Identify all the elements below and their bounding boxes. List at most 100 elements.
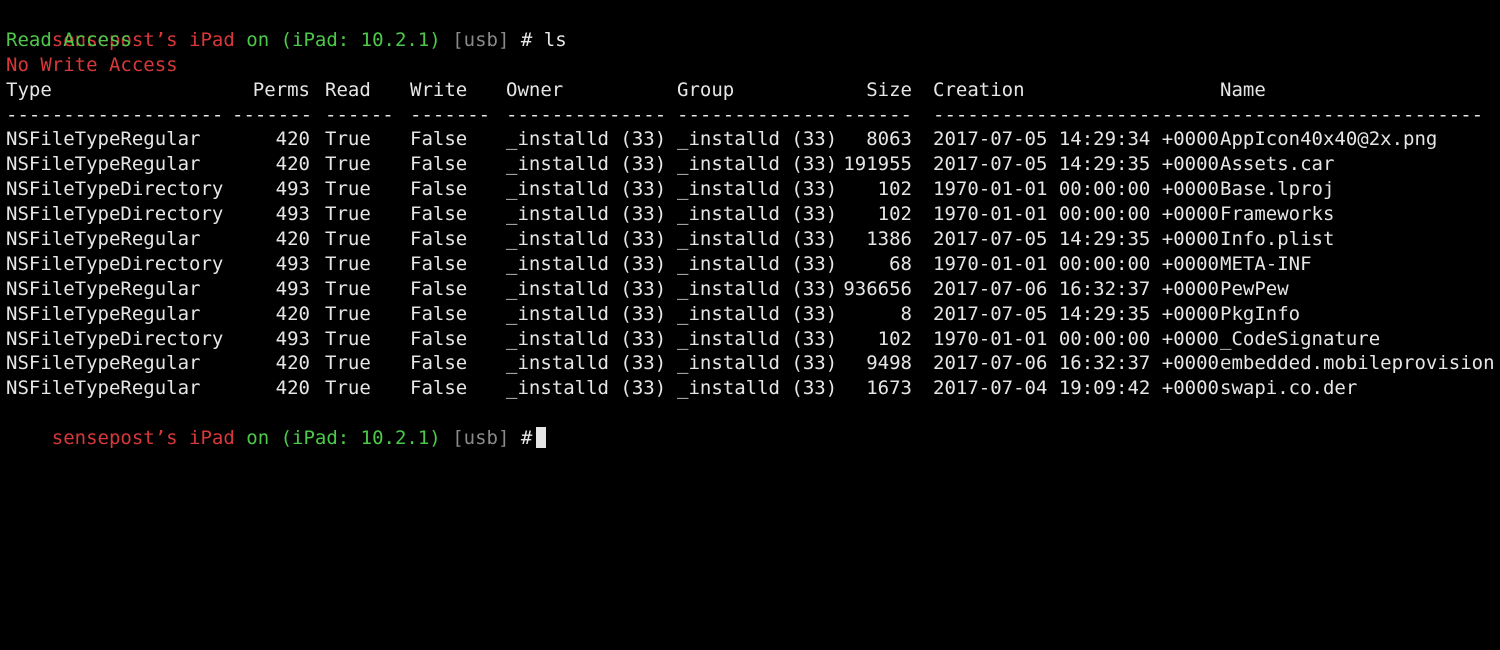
separator-name: ----------------------- [1220, 103, 1484, 126]
cell-type: NSFileTypeDirectory [6, 252, 224, 275]
cell-owner: _installd (33) [506, 252, 667, 275]
cell-perms: 420 [275, 302, 310, 325]
table-header: Type Perms Read Write Owner Group Size C… [6, 78, 1500, 103]
cell-size: 8 [900, 302, 912, 325]
header-size: Size [866, 78, 912, 101]
table-row: NSFileTypeDirectory 493 True False _inst… [6, 252, 1500, 277]
prompt-line-current[interactable]: sensepost’s iPad on (iPad: 10.2.1) [usb]… [6, 401, 1500, 449]
cell-owner: _installd (33) [506, 302, 667, 325]
cell-read: True [325, 277, 371, 300]
cell-read: True [325, 228, 371, 251]
table-row: NSFileTypeDirectory 493 True False _inst… [6, 202, 1500, 227]
cell-name: Frameworks [1220, 203, 1335, 226]
cell-type: NSFileTypeRegular [6, 352, 201, 375]
cell-perms: 420 [275, 153, 310, 176]
separator-owner: -------------- [506, 103, 667, 126]
cell-creation: 1970-01-01 00:00:00 +0000 [933, 252, 1219, 275]
cell-read: True [325, 327, 371, 350]
header-owner: Owner [506, 78, 564, 101]
text-cursor[interactable] [536, 427, 547, 449]
cell-owner: _installd (33) [506, 277, 667, 300]
cell-creation: 2017-07-05 14:29:35 +0000 [933, 302, 1219, 325]
header-creation: Creation [933, 78, 1025, 101]
cell-perms: 493 [275, 178, 310, 201]
cell-creation: 2017-07-05 14:29:34 +0000 [933, 128, 1219, 151]
cell-type: NSFileTypeRegular [6, 302, 201, 325]
cell-name: embedded.mobileprovision [1220, 352, 1495, 375]
cell-creation: 1970-01-01 00:00:00 +0000 [933, 203, 1219, 226]
cell-creation: 2017-07-05 14:29:35 +0000 [933, 153, 1219, 176]
cell-write: False [410, 128, 468, 151]
table-row: NSFileTypeRegular 420 True False _instal… [6, 302, 1500, 327]
cell-perms: 493 [275, 277, 310, 300]
table-row: NSFileTypeDirectory 493 True False _inst… [6, 327, 1500, 352]
cell-owner: _installd (33) [506, 203, 667, 226]
cell-type: NSFileTypeDirectory [6, 203, 224, 226]
table-row: NSFileTypeRegular 420 True False _instal… [6, 227, 1500, 252]
cell-read: True [325, 178, 371, 201]
cell-size: 936656 [843, 277, 912, 300]
separator-size: ------ [843, 103, 912, 126]
cell-name: Info.plist [1220, 228, 1335, 251]
cell-read: True [325, 252, 371, 275]
separator-perms: ------- [232, 103, 313, 126]
table-row: NSFileTypeRegular 420 True False _instal… [6, 127, 1500, 152]
cell-size: 102 [877, 327, 912, 350]
cell-size: 8063 [866, 128, 912, 151]
cell-write: False [410, 377, 468, 400]
cell-creation: 2017-07-05 14:29:35 +0000 [933, 228, 1219, 251]
separator-type: ------------------- [6, 103, 224, 126]
cell-owner: _installd (33) [506, 128, 667, 151]
cell-size: 102 [877, 203, 912, 226]
table-row: NSFileTypeRegular 420 True False _instal… [6, 351, 1500, 376]
prompt-transport: [usb] [452, 427, 510, 450]
cell-owner: _installd (33) [506, 352, 667, 375]
cell-owner: _installd (33) [506, 228, 667, 251]
cell-size: 1386 [866, 228, 912, 251]
cell-type: NSFileTypeRegular [6, 377, 201, 400]
cell-write: False [410, 203, 468, 226]
cell-name: Base.lproj [1220, 178, 1335, 201]
cell-creation: 2017-07-04 19:09:42 +0000 [933, 377, 1219, 400]
terminal-window[interactable]: sensepost’s iPad on (iPad: 10.2.1) [usb]… [0, 0, 1500, 449]
write-access-line: No Write Access [6, 53, 178, 76]
cell-write: False [410, 352, 468, 375]
prompt-line: sensepost’s iPad on (iPad: 10.2.1) [usb]… [6, 3, 1500, 51]
cell-size: 191955 [843, 153, 912, 176]
cell-write: False [410, 302, 468, 325]
cell-perms: 420 [275, 228, 310, 251]
header-group: Group [677, 78, 735, 101]
cell-read: True [325, 203, 371, 226]
cell-name: swapi.co.der [1220, 377, 1358, 400]
cell-owner: _installd (33) [506, 153, 667, 176]
table-row: NSFileTypeRegular 493 True False _instal… [6, 277, 1500, 302]
separator-read: ------ [325, 103, 394, 126]
prompt-hash: # [520, 427, 533, 450]
prompt-device: (iPad: 10.2.1) [280, 427, 441, 450]
header-write: Write [410, 78, 468, 101]
cell-size: 9498 [866, 352, 912, 375]
cell-write: False [410, 327, 468, 350]
cell-write: False [410, 228, 468, 251]
cell-write: False [410, 178, 468, 201]
cell-write: False [410, 277, 468, 300]
cell-creation: 1970-01-01 00:00:00 +0000 [933, 178, 1219, 201]
cell-creation: 1970-01-01 00:00:00 +0000 [933, 327, 1219, 350]
header-perms: Perms [252, 78, 310, 101]
cell-perms: 420 [275, 352, 310, 375]
cell-owner: _installd (33) [506, 327, 667, 350]
cell-name: Assets.car [1220, 153, 1335, 176]
header-read: Read [325, 78, 371, 101]
cell-perms: 493 [275, 252, 310, 275]
cell-owner: _installd (33) [506, 377, 667, 400]
cell-owner: _installd (33) [506, 178, 667, 201]
cell-type: NSFileTypeRegular [6, 277, 201, 300]
cell-perms: 420 [275, 377, 310, 400]
table-row: NSFileTypeRegular 420 True False _instal… [6, 376, 1500, 401]
read-access-line: Read Access [6, 28, 132, 51]
table-row: NSFileTypeDirectory 493 True False _inst… [6, 177, 1500, 202]
separator-write: ------- [410, 103, 491, 126]
cell-type: NSFileTypeDirectory [6, 327, 224, 350]
header-type: Type [6, 78, 52, 101]
cell-creation: 2017-07-06 16:32:37 +0000 [933, 277, 1219, 300]
